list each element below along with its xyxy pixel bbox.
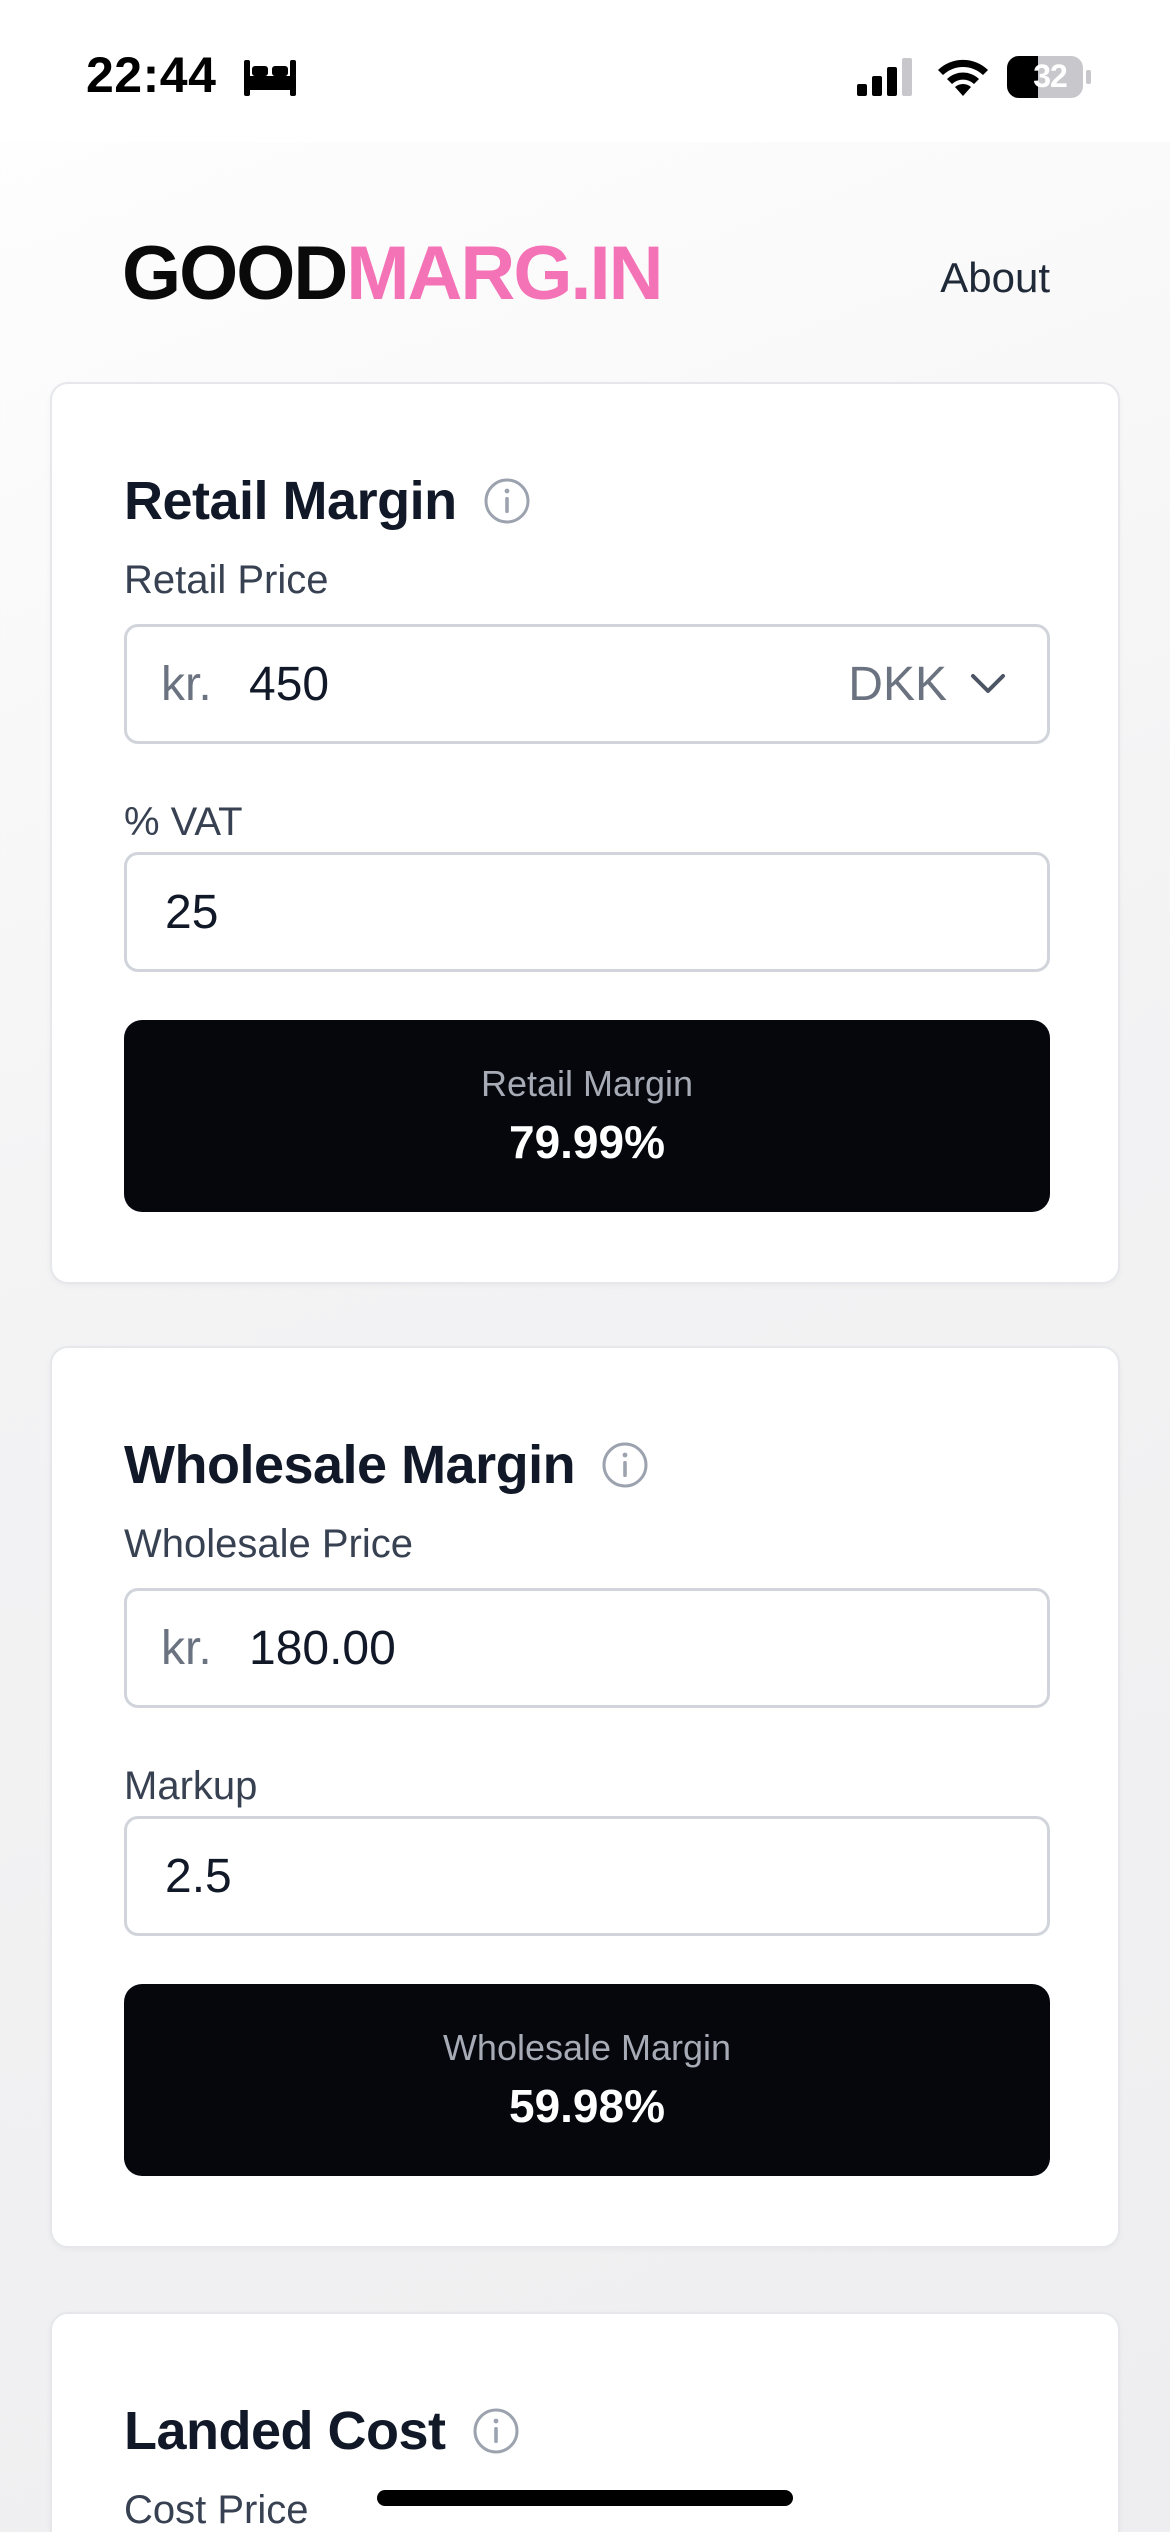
markup-label: Markup xyxy=(124,1764,258,1808)
battery-level: 32 xyxy=(1033,58,1068,94)
currency-select-value: DKK xyxy=(848,657,947,711)
wholesale-margin-card: Wholesale Margin Wholesale Price kr. 180… xyxy=(50,1346,1120,2248)
retail-margin-result: Retail Margin 79.99% xyxy=(124,1020,1050,1212)
retail-margin-title-text: Retail Margin xyxy=(124,471,457,531)
retail-price-value: 450 xyxy=(249,657,330,711)
retail-margin-result-label: Retail Margin xyxy=(480,1063,694,1104)
markup-input[interactable]: 2.5 xyxy=(124,1816,1050,1936)
wholesale-margin-title-text: Wholesale Margin xyxy=(124,1435,576,1495)
retail-margin-card: Retail Margin Retail Price kr. 450 DKK %… xyxy=(50,382,1120,1284)
markup-value: 2.5 xyxy=(165,1849,232,1903)
vat-value: 25 xyxy=(165,885,219,939)
wholesale-margin-title: Wholesale Margin xyxy=(124,1434,649,1496)
cost-price-label: Cost Price xyxy=(124,2488,309,2532)
wholesale-margin-result-label: Wholesale Margin xyxy=(442,2027,732,2068)
vat-input[interactable]: 25 xyxy=(124,852,1050,972)
logo-part-margin: MARG.IN xyxy=(346,231,663,316)
info-icon[interactable] xyxy=(601,1441,649,1489)
retail-margin-title: Retail Margin xyxy=(124,470,531,532)
chevron-down-icon xyxy=(971,674,1005,693)
wholesale-price-label: Wholesale Price xyxy=(124,1522,414,1566)
status-time: 22:44 xyxy=(86,47,217,103)
retail-price-input[interactable]: kr. 450 DKK xyxy=(124,624,1050,744)
cellular-signal-icon xyxy=(857,58,912,96)
wholesale-price-value: 180.00 xyxy=(249,1621,396,1675)
retail-margin-result-value: 79.99% xyxy=(508,1116,665,1168)
about-link[interactable]: About xyxy=(940,254,1050,302)
info-icon[interactable] xyxy=(483,477,531,525)
logo[interactable]: GOODMARG.IN xyxy=(122,236,664,312)
landed-cost-title: Landed Cost xyxy=(124,2400,520,2462)
home-indicator[interactable] xyxy=(377,2490,793,2506)
retail-price-label: Retail Price xyxy=(124,558,329,602)
wholesale-margin-result: Wholesale Margin 59.98% xyxy=(124,1984,1050,2176)
bed-icon xyxy=(244,60,296,96)
currency-select[interactable]: DKK xyxy=(848,627,1007,741)
logo-part-good: GOOD xyxy=(122,231,348,316)
vat-label: % VAT xyxy=(124,800,243,844)
wholesale-price-input[interactable]: kr. 180.00 xyxy=(124,1588,1050,1708)
status-bar: 22:44 32 xyxy=(0,0,1170,142)
wifi-icon xyxy=(938,59,988,96)
wholesale-margin-result-value: 59.98% xyxy=(508,2080,665,2132)
landed-cost-title-text: Landed Cost xyxy=(124,2401,446,2461)
info-icon[interactable] xyxy=(472,2407,520,2455)
currency-prefix: kr. xyxy=(161,657,212,711)
currency-prefix: kr. xyxy=(161,1621,212,1675)
